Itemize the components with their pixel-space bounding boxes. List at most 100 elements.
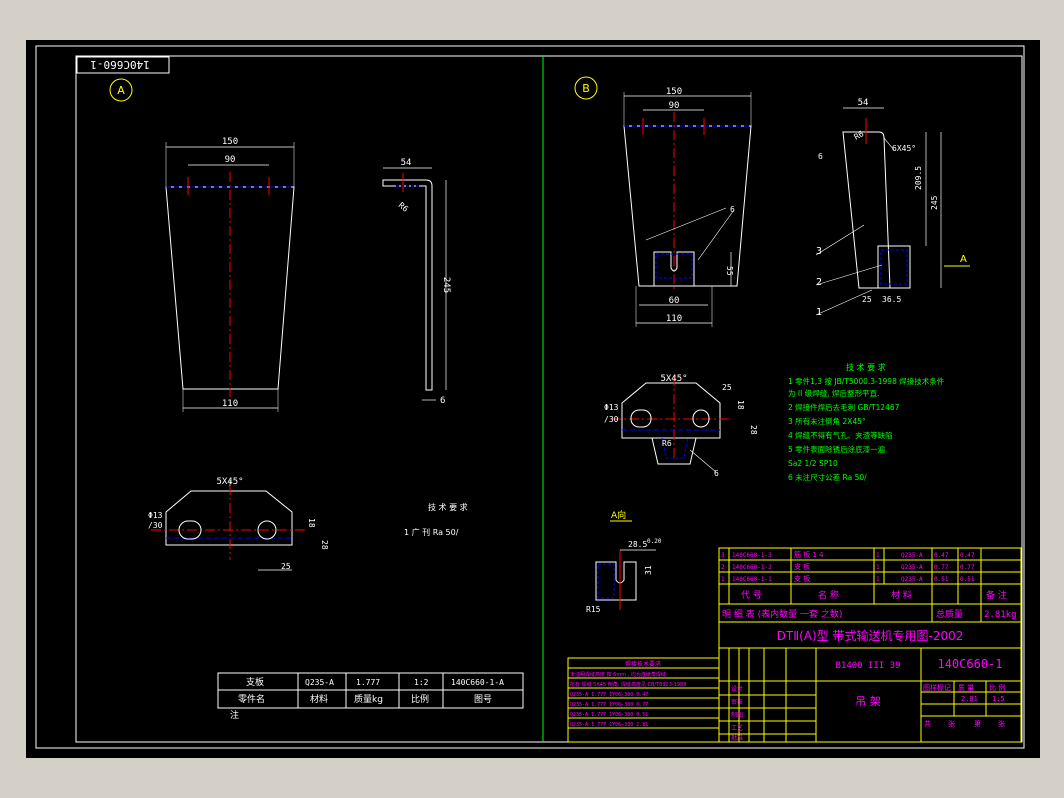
approval-process: 工艺 [731, 724, 743, 732]
weld-b-symbol: 6 [730, 205, 735, 214]
svg-text:支 板: 支 板 [794, 574, 810, 583]
callout-2: 2 [816, 277, 822, 288]
dim-side-h1: 209.5 [914, 166, 923, 190]
tb-a-footer: 注 [230, 709, 239, 721]
dim-planb-h1: 18 [736, 400, 745, 410]
tb-a-r2-c1: 零件名 [238, 693, 265, 705]
dim-a-top-overall: 150 [222, 137, 238, 147]
total-weight: 2.81kg [984, 610, 1017, 620]
scale-value-scale: 1:5 [992, 695, 1005, 703]
svg-text:1: 1 [876, 576, 880, 583]
cad-viewport[interactable]: 140C660-1 A 150 90 110 54 245 6 R6 5X45°… [26, 40, 1040, 758]
header-code: 140C660-1 [90, 58, 150, 71]
parts-row-2: 2 140C660-1-2 支 板 1 Q235-A 0.77 0.77 [721, 562, 975, 571]
dim-sec-r: R15 [586, 605, 601, 614]
view-a-label: A [117, 84, 125, 97]
callout-leader-2 [815, 264, 883, 286]
tb-a-r1-c4: 1:2 [414, 678, 429, 687]
callout-leader-3 [815, 224, 865, 256]
revision-title: 焊接技术要求 [625, 660, 661, 668]
tb-a-r1-c1: 支板 [246, 676, 264, 688]
tech-req-6: 6 未注尺寸公差 Ra 50/ [788, 472, 867, 482]
parts-header-material: 材 料 [891, 589, 912, 601]
svg-text:1: 1 [876, 564, 880, 571]
dim-planb-chamfer: 5X45° [660, 374, 687, 384]
approval-review: 审核 [731, 698, 743, 706]
weld-b-leader-1 [645, 207, 727, 241]
dim-bracket-top: 54 [401, 158, 412, 168]
svg-text:0.51: 0.51 [934, 576, 949, 583]
sheet-number: 第 [974, 719, 981, 728]
svg-text:Q235-A: Q235-A [901, 576, 923, 583]
svg-text:140C660-1-3: 140C660-1-3 [732, 552, 772, 559]
tech-req-3: 3 所有未注倒角 2X45° [788, 416, 866, 426]
dim-b-slot-width: 60 [669, 296, 680, 306]
parts-row-3: 3 140C660-1-3 筋 板 1 4 1 Q235-A 0.47 0.47 [721, 550, 975, 559]
dim-b-bottom-width: 110 [666, 314, 682, 324]
dim-sec-w: 28.5 [628, 540, 647, 549]
svg-text:140C660-1-2: 140C660-1-2 [732, 564, 772, 571]
view-a-arrow-label: A [960, 254, 967, 265]
side-b-outline [842, 131, 891, 289]
tech-req-title: 技 术 要 求 [846, 362, 886, 372]
dim-planb-dia1: Φ13 [604, 403, 619, 412]
side-b-base-hidden [880, 249, 908, 285]
tech-req-4: 4 焊缝不得有气孔、夹渣等缺陷 [788, 430, 893, 440]
dim-sec-h: 31 [644, 565, 653, 575]
dim-sec-sub: 0.20 [647, 538, 662, 545]
svg-text:Q235-A: Q235-A [901, 564, 923, 571]
section-a-hidden [597, 563, 615, 599]
total-weight-label: 总质量 [936, 608, 963, 620]
dim-plan-chamfer: 5X45° [216, 477, 243, 487]
dim-b-slot-depth: 55 [725, 266, 734, 276]
dim-planb-r: R6 [662, 439, 672, 448]
dim-thickness: 6 [440, 396, 445, 406]
callout-3: 3 [816, 246, 822, 257]
revision-row-2: 所有 焊缝 5X45 倒角, 焊缝高度见 CB/T8923-1988 [570, 681, 686, 688]
scale-label-scale: 比 例 [989, 683, 1005, 692]
tech-note-a-title: 技 术 要 求 [428, 502, 468, 512]
approval-approve: 批准 [731, 734, 743, 742]
revision-row-1: 未注明焊缝高度 按 6mm , 均为连续角焊缝 [570, 671, 666, 678]
dim-b-top-inner: 90 [669, 101, 680, 111]
dim-a-top-inner: 90 [225, 155, 236, 165]
parts-header-code: 代 号 [741, 590, 762, 601]
dim-a-bottom-width: 110 [222, 399, 238, 409]
dim-plan-h1: 18 [307, 518, 316, 528]
parts-row-1: 1 140C660-1-1 支 板 1 Q235-A 0.51 0.51 [721, 574, 975, 583]
svg-text:2: 2 [721, 564, 725, 571]
svg-text:Q235-A: Q235-A [901, 552, 923, 559]
tb-a-r1-c3: 1.777 [356, 678, 380, 687]
view-b-label: B [582, 82, 590, 95]
revision-row-5: Q235-A 1.777 1Y06-300 0.51 [570, 712, 648, 718]
dim-side-top: 54 [858, 98, 869, 108]
dim-side-h2: 245 [930, 195, 939, 210]
dim-radius-a: R6 [397, 201, 410, 214]
dim-bracket-height: 245 [441, 277, 451, 293]
drawing-number: 140C660-1 [937, 657, 1002, 671]
dim-plan-dia1: Φ13 [148, 511, 163, 520]
tb-a-r2-c3: 质量kg [354, 693, 383, 705]
schedule-title: 明 细 表 (表内数量 一套 之数) [722, 608, 842, 620]
parts-header-notes: 备 注 [986, 589, 1007, 601]
svg-text:3: 3 [721, 552, 725, 559]
svg-text:1: 1 [876, 552, 880, 559]
part-name: 吊 架 [855, 695, 881, 708]
svg-text:140C660-1-1: 140C660-1-1 [732, 576, 772, 583]
svg-text:1: 1 [721, 576, 725, 583]
sheet-total-unit: 张 [948, 719, 955, 728]
side-b-base [877, 245, 911, 289]
dim-planb-dia2: /30 [604, 415, 619, 424]
scale-value-weight: 2.81 [961, 695, 978, 703]
sheet-number-unit: 张 [998, 719, 1005, 728]
code-left: B1400 III 39 [835, 661, 900, 671]
dim-plan-w: 25 [281, 562, 291, 571]
tech-req-1: 1 零件1,3 按 JB/T5000.3-1998 焊接技术条件 [788, 376, 945, 386]
tech-note-a-line: 1 广 刊 Ra 50/ [404, 527, 459, 537]
weld-side-symbol: 6 [818, 152, 823, 161]
weld-planb-symbol: 6 [714, 469, 719, 478]
dim-planb-w: 25 [722, 383, 732, 392]
svg-text:0.51: 0.51 [960, 576, 975, 583]
dim-b-top-overall: 150 [666, 87, 682, 97]
engineering-drawing: 140C660-1 A 150 90 110 54 245 6 R6 5X45°… [35, 45, 1025, 749]
